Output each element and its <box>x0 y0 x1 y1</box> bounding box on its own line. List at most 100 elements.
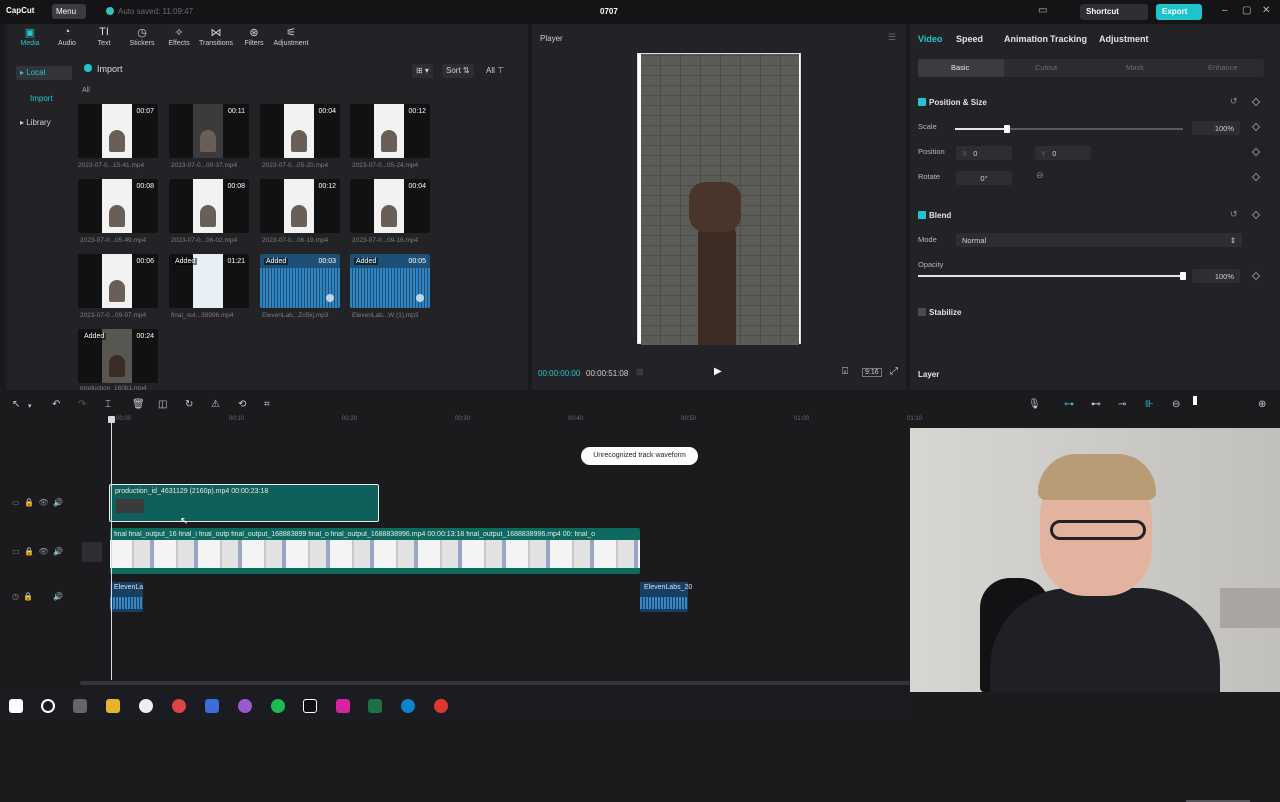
crop-icon[interactable]: ⌗ <box>264 399 270 410</box>
scale-slider[interactable] <box>955 125 1183 133</box>
close-icon[interactable]: ✕ <box>1262 5 1270 16</box>
timeline-clip-audio[interactable]: ElevenLabs_20 <box>640 582 692 612</box>
subtab-basic[interactable]: Basic <box>951 63 969 72</box>
media-clip[interactable]: Added 01:21 <box>169 254 249 308</box>
sidebar-item-local[interactable]: ▸ Local <box>16 66 72 80</box>
opacity-value[interactable]: 100% <box>1192 269 1240 283</box>
checkbox-icon[interactable] <box>918 308 926 316</box>
select-cursor-icon[interactable]: ↖ <box>12 399 20 410</box>
task-view-icon[interactable] <box>73 699 87 713</box>
reset-icon[interactable]: ↺ <box>1230 96 1238 107</box>
scale-value[interactable]: 100% <box>1192 121 1240 135</box>
spotify-icon[interactable] <box>271 699 285 713</box>
tool-filters[interactable]: ⊛ Filters <box>234 26 274 47</box>
keyframe-icon[interactable] <box>1251 210 1261 220</box>
media-clip[interactable]: 00:04 <box>260 104 340 158</box>
reset-icon[interactable]: ↺ <box>1230 209 1238 220</box>
zoom-slider-knob[interactable] <box>1193 396 1197 405</box>
chain-icon[interactable]: ⊸ <box>1118 399 1126 410</box>
magnet-icon[interactable]: ⊶ <box>1064 399 1074 410</box>
freeze-icon[interactable]: ◫ <box>158 399 167 410</box>
chevron-down-icon[interactable]: ▾ <box>28 402 32 410</box>
media-clip[interactable]: 00:04 <box>350 179 430 233</box>
rotate-icon[interactable]: ⟲ <box>238 399 246 410</box>
media-clip[interactable]: 00:12 <box>260 179 340 233</box>
file-explorer-icon[interactable] <box>106 699 120 713</box>
video-preview[interactable] <box>637 53 801 345</box>
scale-slider-knob[interactable] <box>1004 125 1010 133</box>
microphone-icon[interactable]: 🎙 <box>1028 399 1041 410</box>
tool-audio[interactable]: ◔ Audio <box>47 26 87 47</box>
chrome-icon[interactable] <box>172 699 186 713</box>
edge-icon[interactable] <box>401 699 415 713</box>
media-clip-audio[interactable]: Added 00:03 <box>260 254 340 308</box>
filter-all-button[interactable]: All ⊤ <box>482 64 508 78</box>
media-clip[interactable]: 00:06 <box>78 254 158 308</box>
layout-icon[interactable]: ▭ <box>1038 5 1047 16</box>
capcut-icon[interactable] <box>303 699 317 713</box>
keyframe-icon[interactable] <box>1251 271 1261 281</box>
media-clip[interactable]: 00:11 <box>169 104 249 158</box>
calculator-icon[interactable] <box>205 699 219 713</box>
mirror-icon[interactable]: ⚠ <box>211 399 220 410</box>
view-toggle[interactable]: ⊞ ▾ <box>412 64 433 78</box>
timecode-toggle-icon[interactable]: ▥ <box>636 367 644 376</box>
shortcut-button[interactable]: Shortcut <box>1080 4 1148 20</box>
tool-effects[interactable]: ✧ Effects <box>159 26 199 47</box>
excel-icon[interactable] <box>368 699 382 713</box>
menu-button[interactable]: Menu <box>52 4 86 19</box>
track-main-controls[interactable]: ▭ 🔒 👁 🔊 <box>12 547 63 556</box>
media-player-icon[interactable] <box>139 699 153 713</box>
timeline-scrollbar[interactable] <box>80 681 910 685</box>
media-clip[interactable]: 00:07 <box>78 104 158 158</box>
tab-speed[interactable]: Speed <box>956 34 983 44</box>
playhead[interactable] <box>108 416 115 680</box>
timeline-clip-audio[interactable]: ElevenLa <box>110 582 143 612</box>
split-icon[interactable]: ⌶ <box>105 399 111 410</box>
tool-adjustment[interactable]: ⚟ Adjustment <box>271 26 311 47</box>
tool-text[interactable]: TI Text <box>84 26 124 47</box>
keyframe-icon[interactable] <box>1251 122 1261 132</box>
stabilize-section[interactable]: Stabilize <box>918 308 961 317</box>
track-audio-controls[interactable]: ◷ 🔒 🔊 <box>12 592 63 601</box>
tab-animation[interactable]: Animation <box>1004 34 1048 44</box>
sidebar-item-library[interactable]: ▸ Library <box>16 116 72 130</box>
media-clip[interactable]: 00:08 <box>169 179 249 233</box>
media-clip[interactable]: Added 00:24 <box>78 329 158 383</box>
preview-axis-icon[interactable]: ⊪ <box>1145 399 1154 410</box>
subtab-cutout[interactable]: Cutout <box>1035 63 1057 72</box>
instagram-icon[interactable] <box>336 699 350 713</box>
tab-adjustment[interactable]: Adjustment <box>1099 34 1149 44</box>
export-button[interactable]: Export <box>1156 4 1202 20</box>
tab-video[interactable]: Video <box>918 34 942 44</box>
position-size-section[interactable]: Position & Size <box>918 98 987 107</box>
windows-start-icon[interactable] <box>9 699 23 713</box>
position-y-field[interactable]: Y 0 <box>1035 146 1091 160</box>
layer-section[interactable]: Layer <box>918 370 939 379</box>
tool-transitions[interactable]: ⋈ Transitions <box>196 26 236 47</box>
checkbox-icon[interactable] <box>918 98 926 106</box>
rotate-dial-icon[interactable]: ⊖ <box>1036 170 1044 181</box>
timeline-ruler[interactable]: 00:00 00:10 00:20 00:30 00:40 00:50 01:0… <box>110 414 922 426</box>
ratio-button[interactable]: 9:16 <box>862 368 882 377</box>
zoom-out-icon[interactable]: ⊖ <box>1172 399 1180 410</box>
zoom-in-icon[interactable]: ⊕ <box>1258 399 1266 410</box>
redo-icon[interactable]: ↷ <box>78 399 86 410</box>
opacity-slider-knob[interactable] <box>1180 272 1186 280</box>
mode-select[interactable]: Normal ⇕ <box>956 233 1242 247</box>
media-clip-audio[interactable]: Added 00:05 <box>350 254 430 308</box>
media-clip[interactable]: 00:12 <box>350 104 430 158</box>
tool-stickers[interactable]: ◷ Stickers <box>122 26 162 47</box>
media-clip[interactable]: 00:08 <box>78 179 158 233</box>
opacity-slider[interactable] <box>918 272 1186 280</box>
position-x-field[interactable]: X 0 <box>956 146 1012 160</box>
sort-button[interactable]: Sort ⇅ <box>442 64 474 78</box>
snapshot-icon[interactable]: ⌻ <box>842 366 848 377</box>
tab-tracking[interactable]: Tracking <box>1050 34 1087 44</box>
menu-icon[interactable]: ☰ <box>888 32 896 43</box>
track-video-controls[interactable]: ▭ 🔒 👁 🔊 <box>12 498 63 507</box>
messenger-icon[interactable] <box>238 699 252 713</box>
link-icon[interactable]: ⊷ <box>1091 399 1101 410</box>
subtab-mask[interactable]: Mask <box>1126 63 1144 72</box>
maximize-icon[interactable]: ▢ <box>1242 5 1251 16</box>
